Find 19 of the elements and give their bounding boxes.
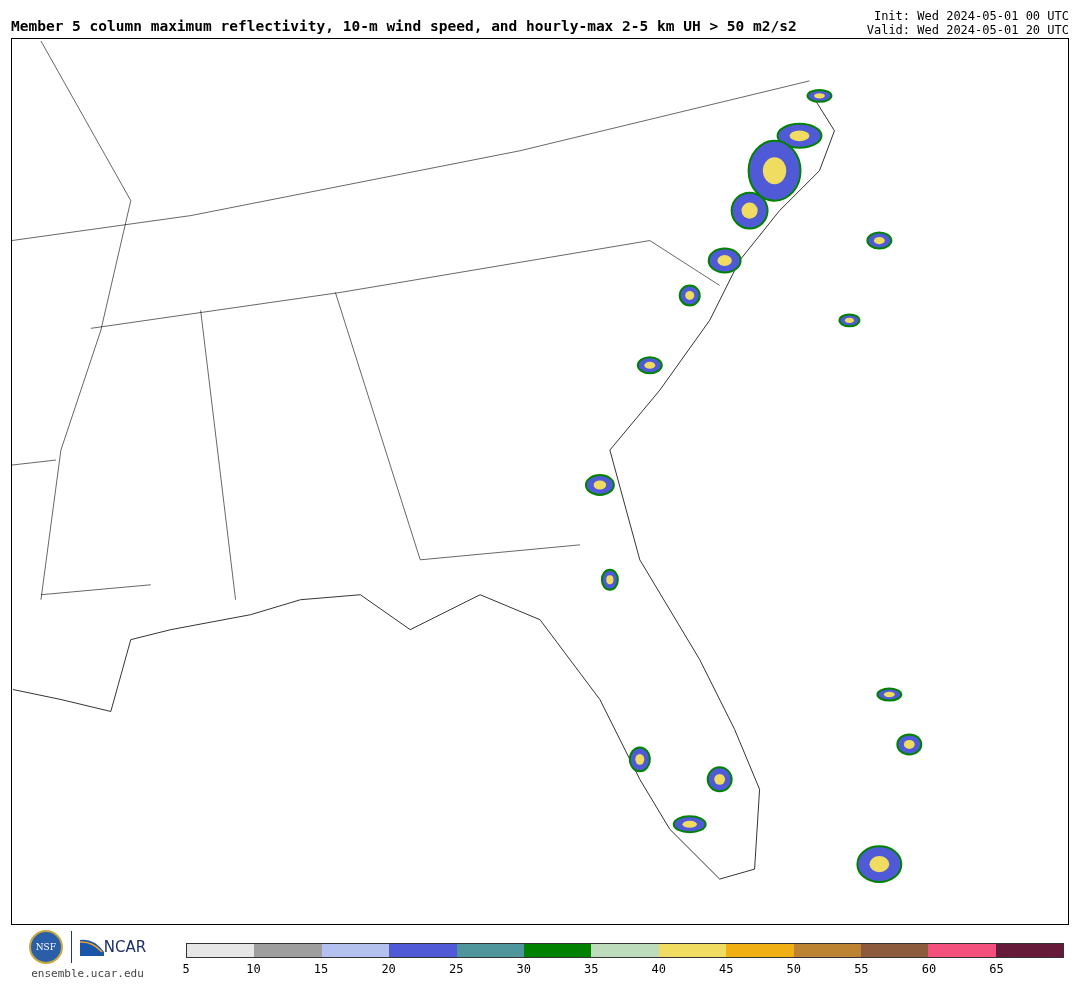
tick-label: 30 (516, 962, 531, 976)
tick-label: 65 (989, 962, 1004, 976)
tick-label: 50 (786, 962, 802, 976)
site-url: ensemble.ucar.edu (31, 967, 144, 980)
tick-label: 35 (584, 962, 599, 976)
tick-label: 45 (719, 962, 734, 976)
tick-label: 40 (651, 962, 666, 976)
tick-label: 55 (854, 962, 869, 976)
tick-label: 5 (182, 962, 190, 976)
tick-label: 25 (448, 962, 464, 976)
tick-label: 15 (313, 962, 329, 976)
ncar-logo: NCAR (79, 938, 147, 956)
nsf-logo: NSF (28, 930, 63, 964)
init-time: Init: Wed 2024-05-01 00 UTC (873, 9, 1069, 23)
tick-label: 20 (381, 962, 396, 976)
valid-time: Valid: Wed 2024-05-01 20 UTC (866, 23, 1069, 37)
tick-label: 60 (921, 962, 937, 976)
chart-title: Member 5 column maximum reflectivity, 10-m wind speed, and hourly-max 2-5 km UH > 50 m2/s2 (11, 18, 797, 36)
tick-label: 10 (246, 962, 261, 976)
